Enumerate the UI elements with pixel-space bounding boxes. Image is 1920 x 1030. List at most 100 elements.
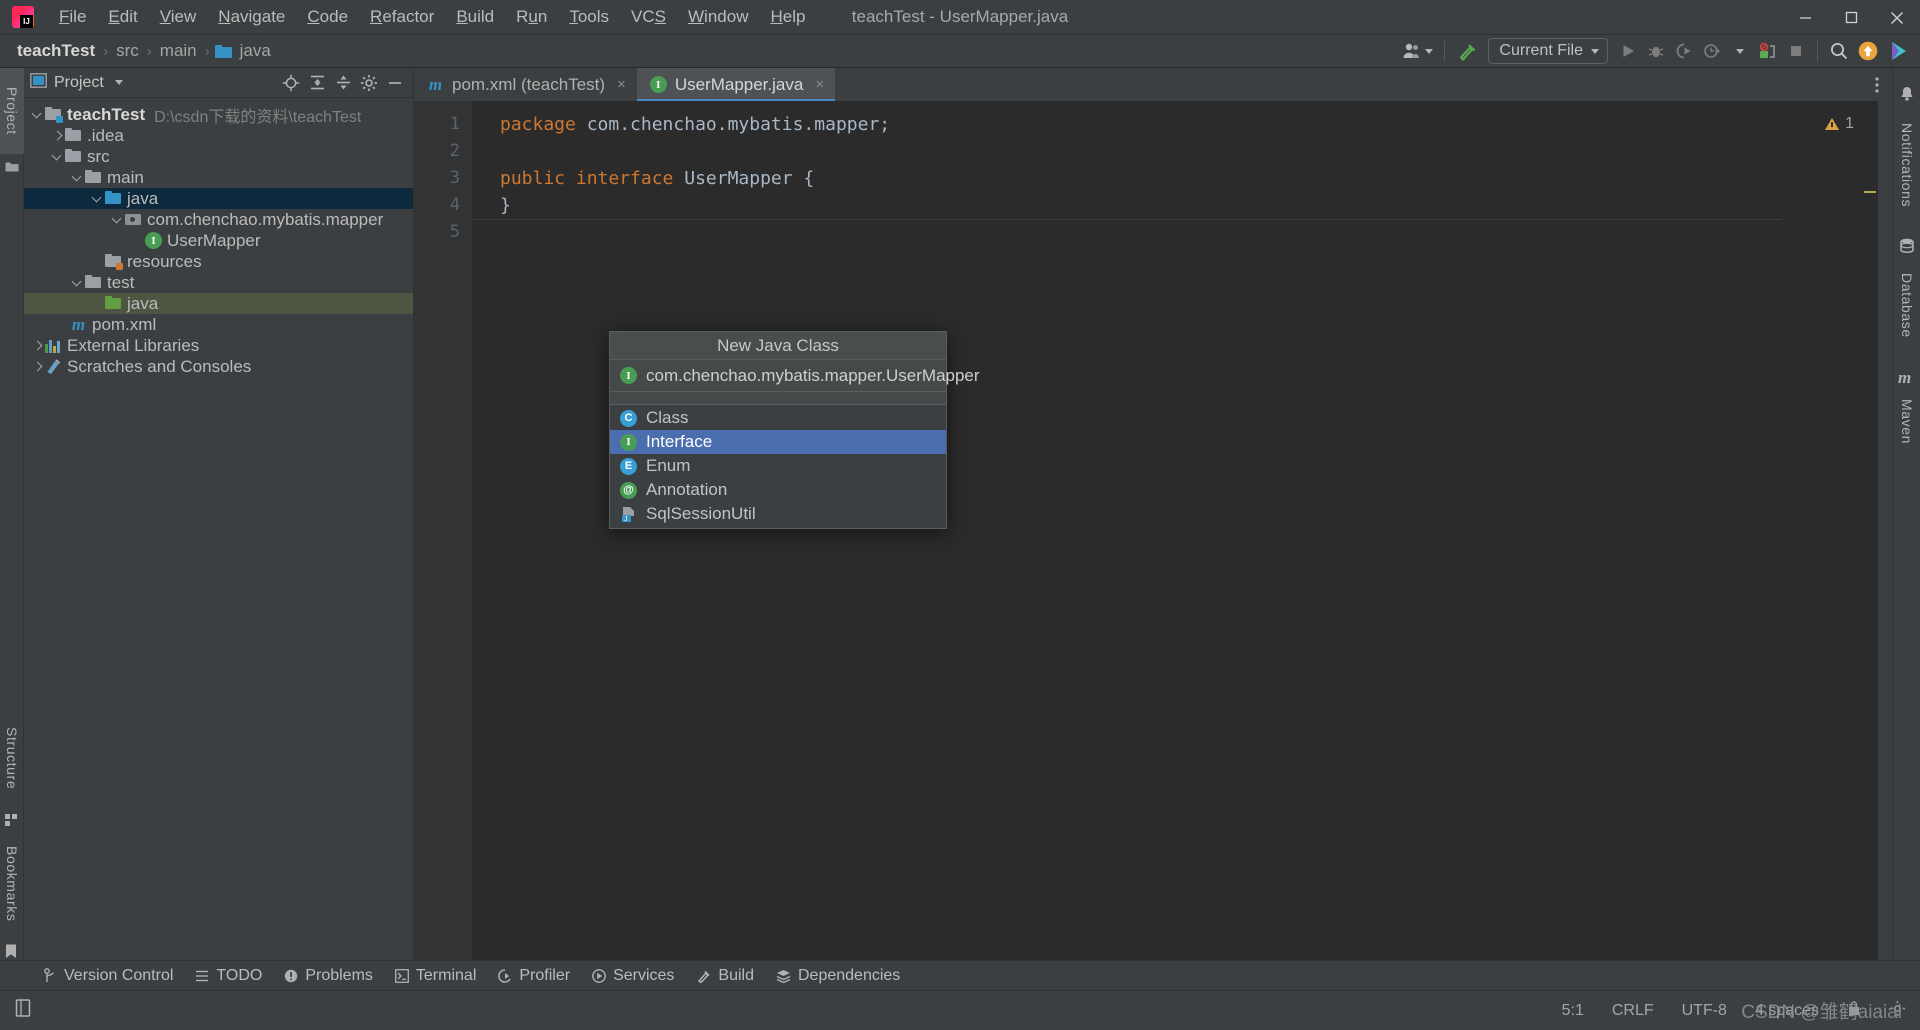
- close-icon[interactable]: ×: [815, 76, 824, 93]
- menu-help[interactable]: Help: [759, 5, 816, 29]
- chevron-right-icon[interactable]: [30, 338, 45, 353]
- menu-edit[interactable]: Edit: [97, 5, 148, 29]
- sidebar-item-bookmarks[interactable]: Bookmarks: [0, 834, 24, 934]
- menu-tools[interactable]: Tools: [558, 5, 620, 29]
- sidebar-item-maven[interactable]: Maven: [1893, 386, 1920, 458]
- popup-item-sqlsessionutil[interactable]: J SqlSessionUtil: [610, 502, 946, 526]
- run-with-coverage-button[interactable]: [1671, 38, 1697, 64]
- chevron-right-icon[interactable]: [30, 359, 45, 374]
- tool-window-services[interactable]: Services: [583, 964, 683, 988]
- indent-setting[interactable]: 4 spaces: [1751, 1000, 1823, 1022]
- update-available-icon[interactable]: [1854, 38, 1882, 64]
- maximize-button[interactable]: [1828, 0, 1874, 35]
- tree-node-scratches[interactable]: Scratches and Consoles: [24, 356, 413, 377]
- menu-vcs[interactable]: VCS: [620, 5, 677, 29]
- line-separator[interactable]: CRLF: [1608, 1000, 1658, 1022]
- inspection-warning-indicator[interactable]: 1: [1825, 115, 1854, 133]
- collapse-all-icon[interactable]: [331, 71, 355, 95]
- close-button[interactable]: [1874, 0, 1920, 35]
- tool-window-problems[interactable]: Problems: [275, 964, 382, 988]
- editor-scrollbar[interactable]: [1878, 101, 1892, 976]
- minimize-button[interactable]: [1782, 0, 1828, 35]
- breadcrumb-item-project[interactable]: teachTest: [14, 40, 98, 62]
- tool-window-terminal[interactable]: Terminal: [386, 964, 485, 988]
- toggle-toolwindows-icon[interactable]: [10, 998, 32, 1023]
- popup-item-interface[interactable]: I Interface: [610, 430, 946, 454]
- tree-node-package[interactable]: com.chenchao.mybatis.mapper: [24, 209, 413, 230]
- chevron-down-icon[interactable]: [110, 212, 125, 227]
- chevron-down-icon[interactable]: [70, 170, 85, 185]
- code-content[interactable]: package com.chenchao.mybatis.mapper; pub…: [472, 101, 1782, 976]
- breadcrumb-item-src[interactable]: src: [113, 40, 142, 62]
- read-only-icon[interactable]: [1843, 998, 1865, 1024]
- hide-panel-icon[interactable]: [383, 71, 407, 95]
- tree-node-java-test[interactable]: java: [24, 293, 413, 314]
- menu-navigate[interactable]: Navigate: [207, 5, 296, 29]
- sidebar-item-notifications[interactable]: Notifications: [1893, 106, 1920, 224]
- more-options-icon[interactable]: [1862, 68, 1892, 101]
- file-encoding[interactable]: UTF-8: [1678, 1000, 1731, 1022]
- menu-file[interactable]: File: [48, 5, 97, 29]
- tool-window-build[interactable]: Build: [687, 964, 763, 988]
- search-icon[interactable]: [1826, 38, 1852, 64]
- gear-icon[interactable]: [357, 71, 381, 95]
- tree-node-test[interactable]: test: [24, 272, 413, 293]
- profile-button[interactable]: [1699, 38, 1725, 64]
- code-token-text: UserMapper {: [673, 168, 815, 189]
- error-stripe[interactable]: [1864, 101, 1878, 976]
- ide-error-icon[interactable]: [1755, 38, 1781, 64]
- tree-node-teachtest[interactable]: teachTest D:\csdn下载的资料\teachTest: [24, 104, 413, 126]
- sidebar-item-project[interactable]: Project: [0, 68, 24, 154]
- tree-node-pom[interactable]: m pom.xml: [24, 314, 413, 335]
- sidebar-item-database[interactable]: Database: [1893, 258, 1920, 353]
- menu-code[interactable]: Code: [296, 5, 359, 29]
- stop-button[interactable]: [1783, 38, 1809, 64]
- menu-refactor[interactable]: Refactor: [359, 5, 445, 29]
- class-name-input[interactable]: I com.chenchao.mybatis.mapper.UserMapper: [610, 360, 980, 392]
- editor-tab-usermapper-java[interactable]: I UserMapper.java ×: [636, 68, 836, 101]
- tree-node-resources[interactable]: resources: [24, 251, 413, 272]
- tool-window-dependencies[interactable]: Dependencies: [767, 964, 909, 988]
- tree-node-usermapper[interactable]: I UserMapper: [24, 230, 413, 251]
- chevron-down-icon[interactable]: [70, 275, 85, 290]
- popup-item-annotation[interactable]: @ Annotation: [610, 478, 946, 502]
- caret-position[interactable]: 5:1: [1558, 1000, 1588, 1022]
- chevron-down-icon[interactable]: [50, 149, 65, 164]
- more-run-options-icon[interactable]: [1727, 38, 1753, 64]
- locate-target-icon[interactable]: [279, 71, 303, 95]
- breadcrumb-item-java[interactable]: java: [237, 40, 274, 62]
- chevron-down-icon[interactable]: [114, 80, 123, 85]
- expand-all-icon[interactable]: [305, 71, 329, 95]
- chevron-right-icon[interactable]: [50, 128, 65, 143]
- close-icon[interactable]: ×: [617, 76, 626, 93]
- debug-button[interactable]: [1643, 38, 1669, 64]
- ide-feedback-icon[interactable]: [1884, 38, 1912, 64]
- inspections-gear-icon[interactable]: [1885, 998, 1910, 1024]
- tool-window-todo[interactable]: TODO: [186, 964, 271, 988]
- run-configuration-selector[interactable]: Current File: [1488, 38, 1608, 64]
- tree-node-main[interactable]: main: [24, 167, 413, 188]
- menu-run[interactable]: Run: [505, 5, 558, 29]
- tool-window-version-control[interactable]: Version Control: [34, 964, 182, 988]
- hammer-build-icon[interactable]: [1453, 38, 1481, 64]
- tree-node-idea[interactable]: .idea: [24, 125, 413, 146]
- code-editor[interactable]: 1 2 3 4 5 package com.chenchao.mybatis.m…: [414, 101, 1892, 976]
- tree-node-src[interactable]: src: [24, 146, 413, 167]
- menu-build[interactable]: Build: [445, 5, 505, 29]
- popup-item-enum[interactable]: E Enum: [610, 454, 946, 478]
- chevron-down-icon[interactable]: [30, 107, 45, 122]
- run-button[interactable]: [1615, 38, 1641, 64]
- tree-node-java-main[interactable]: java: [24, 188, 413, 209]
- class-name-value: com.chenchao.mybatis.mapper.UserMapper: [646, 365, 980, 385]
- sidebar-item-structure[interactable]: Structure: [0, 712, 24, 804]
- error-stripe-warning-mark[interactable]: [1864, 191, 1876, 193]
- tree-node-external-libraries[interactable]: External Libraries: [24, 335, 413, 356]
- popup-item-class[interactable]: C Class: [610, 406, 946, 430]
- menu-view[interactable]: View: [149, 5, 208, 29]
- user-account-icon[interactable]: [1399, 38, 1436, 64]
- editor-tab-pom-xml[interactable]: m pom.xml (teachTest) ×: [414, 68, 637, 101]
- menu-window[interactable]: Window: [677, 5, 759, 29]
- breadcrumb-item-main[interactable]: main: [157, 40, 200, 62]
- chevron-down-icon[interactable]: [90, 191, 105, 206]
- tool-window-profiler[interactable]: Profiler: [489, 964, 579, 988]
